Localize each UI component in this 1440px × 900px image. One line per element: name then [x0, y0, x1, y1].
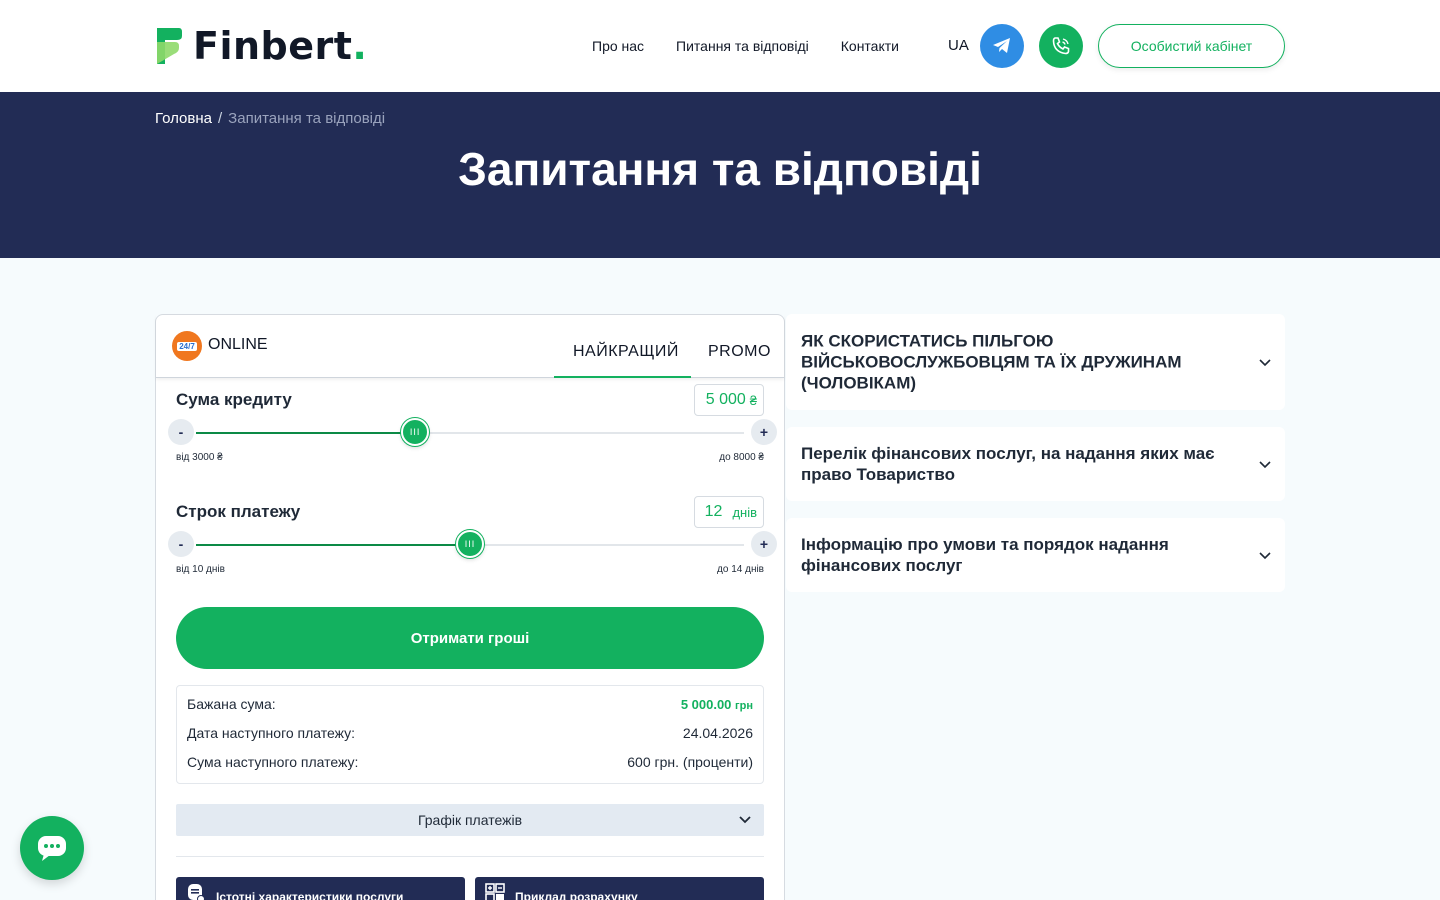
term-max-label: до 14 днів: [717, 564, 764, 575]
phone-icon: [1052, 37, 1070, 55]
online-label: ONLINE: [208, 336, 268, 353]
amount-slider-thumb[interactable]: III: [401, 418, 430, 446]
amount-slider-track[interactable]: [196, 432, 744, 434]
breadcrumb: Головна / Запитання та відповіді: [155, 110, 385, 127]
faq-item[interactable]: Інформацію про умови та порядок надання …: [786, 518, 1285, 592]
hero-banner: Головна / Запитання та відповіді Запитання…: [0, 92, 1440, 258]
loan-calculator: 24/7 ONLINE НАЙКРАЩИЙ PROMO Сума кредиту…: [155, 314, 785, 900]
badge-247-text: 24/7: [177, 341, 197, 351]
desired-sum-value: 5 000.00: [680, 696, 732, 712]
faq-item[interactable]: ЯК СКОРИСТАТИСЬ ПІЛЬГОЮ ВІЙСЬКОВОСЛУЖБОВ…: [786, 314, 1285, 410]
nav-item-faq[interactable]: Питання та відповіді: [676, 38, 809, 54]
chevron-down-icon: [1259, 461, 1271, 469]
term-label: Строк платежу: [176, 502, 301, 521]
amount-input[interactable]: 5 000 ₴: [694, 384, 764, 416]
amount-min-label: від 3000 ₴: [176, 452, 223, 463]
term-slider-fill: [196, 544, 470, 546]
chevron-down-icon: [1259, 552, 1271, 560]
tab-best[interactable]: НАЙКРАЩИЙ: [573, 343, 679, 361]
summary-row-next-sum: Сума наступного платежу: 600 грн. (проце…: [187, 754, 753, 770]
page-title: Запитання та відповіді: [458, 143, 982, 195]
logo[interactable]: Finbert.: [155, 24, 367, 68]
phone-button[interactable]: [1039, 24, 1083, 68]
faq-item[interactable]: Перелік фінансових послуг, на надання як…: [786, 427, 1285, 501]
nav-item-contacts[interactable]: Контакти: [841, 38, 899, 54]
payment-schedule-label: Графік платежів: [417, 812, 523, 828]
next-payment-sum-value: 600 грн. (проценти): [627, 754, 753, 770]
service-characteristics-button[interactable]: Істотні характеристики послуги: [176, 877, 465, 900]
calculator-icon: [485, 883, 505, 900]
term-input[interactable]: 12 днів: [694, 496, 764, 528]
amount-label: Сума кредиту: [176, 390, 292, 409]
summary-row-desired: Бажана сума: 5 000.00 грн: [187, 696, 753, 712]
calculator-header: 24/7 ONLINE НАЙКРАЩИЙ PROMO: [156, 315, 784, 378]
faq-question: ЯК СКОРИСТАТИСЬ ПІЛЬГОЮ ВІЙСЬКОВОСЛУЖБОВ…: [801, 331, 1182, 393]
calculation-example-label: Приклад розрахунку: [515, 890, 638, 900]
chat-icon: [38, 836, 66, 861]
loan-summary: Бажана сума: 5 000.00 грн Дата наступног…: [176, 685, 764, 784]
divider: [176, 856, 764, 857]
get-money-button[interactable]: Отримати гроші: [176, 607, 764, 669]
term-slider-thumb[interactable]: III: [456, 530, 484, 558]
term-value: 12: [704, 503, 723, 520]
chevron-down-icon: [1259, 359, 1271, 367]
term-min-label: від 10 днів: [176, 564, 225, 575]
badge-247-icon: 24/7: [172, 331, 202, 361]
amount-unit: ₴: [749, 392, 757, 408]
desired-sum-unit: грн: [735, 699, 753, 712]
amount-value: 5 000: [705, 391, 746, 408]
term-minus-button[interactable]: -: [168, 531, 194, 557]
amount-minus-button[interactable]: -: [168, 419, 194, 445]
personal-cabinet-button[interactable]: Особистий кабінет: [1098, 24, 1285, 68]
faq-question: Інформацію про умови та порядок надання …: [801, 535, 1169, 575]
term-plus-button[interactable]: +: [751, 531, 777, 557]
amount-max-label: до 8000 ₴: [719, 452, 764, 463]
document-icon: [188, 884, 205, 900]
logo-dot: .: [352, 24, 368, 68]
breadcrumb-separator: /: [218, 110, 223, 127]
payment-schedule-toggle[interactable]: Графік платежів: [176, 804, 764, 836]
breadcrumb-home[interactable]: Головна: [155, 110, 212, 127]
chevron-down-icon: [739, 816, 751, 824]
amount-plus-button[interactable]: +: [751, 419, 777, 445]
main-nav: Про нас Питання та відповіді Контакти: [592, 38, 899, 54]
calculation-example-button[interactable]: Приклад розрахунку: [475, 877, 764, 900]
chat-widget-button[interactable]: [20, 816, 84, 880]
next-payment-date-value: 24.04.2026: [682, 725, 753, 741]
nav-item-about[interactable]: Про нас: [592, 38, 644, 54]
telegram-button[interactable]: [980, 24, 1024, 68]
tab-promo[interactable]: PROMO: [708, 343, 771, 361]
service-characteristics-label: Істотні характеристики послуги: [216, 890, 404, 900]
logo-text: Finbert: [193, 24, 353, 68]
telegram-icon: [993, 38, 1010, 53]
summary-row-next-date: Дата наступного платежу: 24.04.2026: [187, 725, 753, 741]
logo-mark-icon: [157, 28, 182, 64]
faq-question: Перелік фінансових послуг, на надання як…: [801, 444, 1215, 484]
language-switcher[interactable]: UA: [948, 37, 969, 54]
desired-sum-label: Бажана сума:: [187, 696, 276, 712]
amount-slider-fill: [196, 432, 416, 434]
next-payment-date-label: Дата наступного платежу:: [187, 725, 356, 741]
active-tab-indicator: [554, 376, 691, 378]
term-unit: днів: [732, 504, 757, 520]
next-payment-sum-label: Сума наступного платежу:: [187, 754, 359, 770]
site-header: Finbert. Про нас Питання та відповіді Ко…: [0, 0, 1440, 92]
breadcrumb-current: Запитання та відповіді: [228, 110, 386, 127]
